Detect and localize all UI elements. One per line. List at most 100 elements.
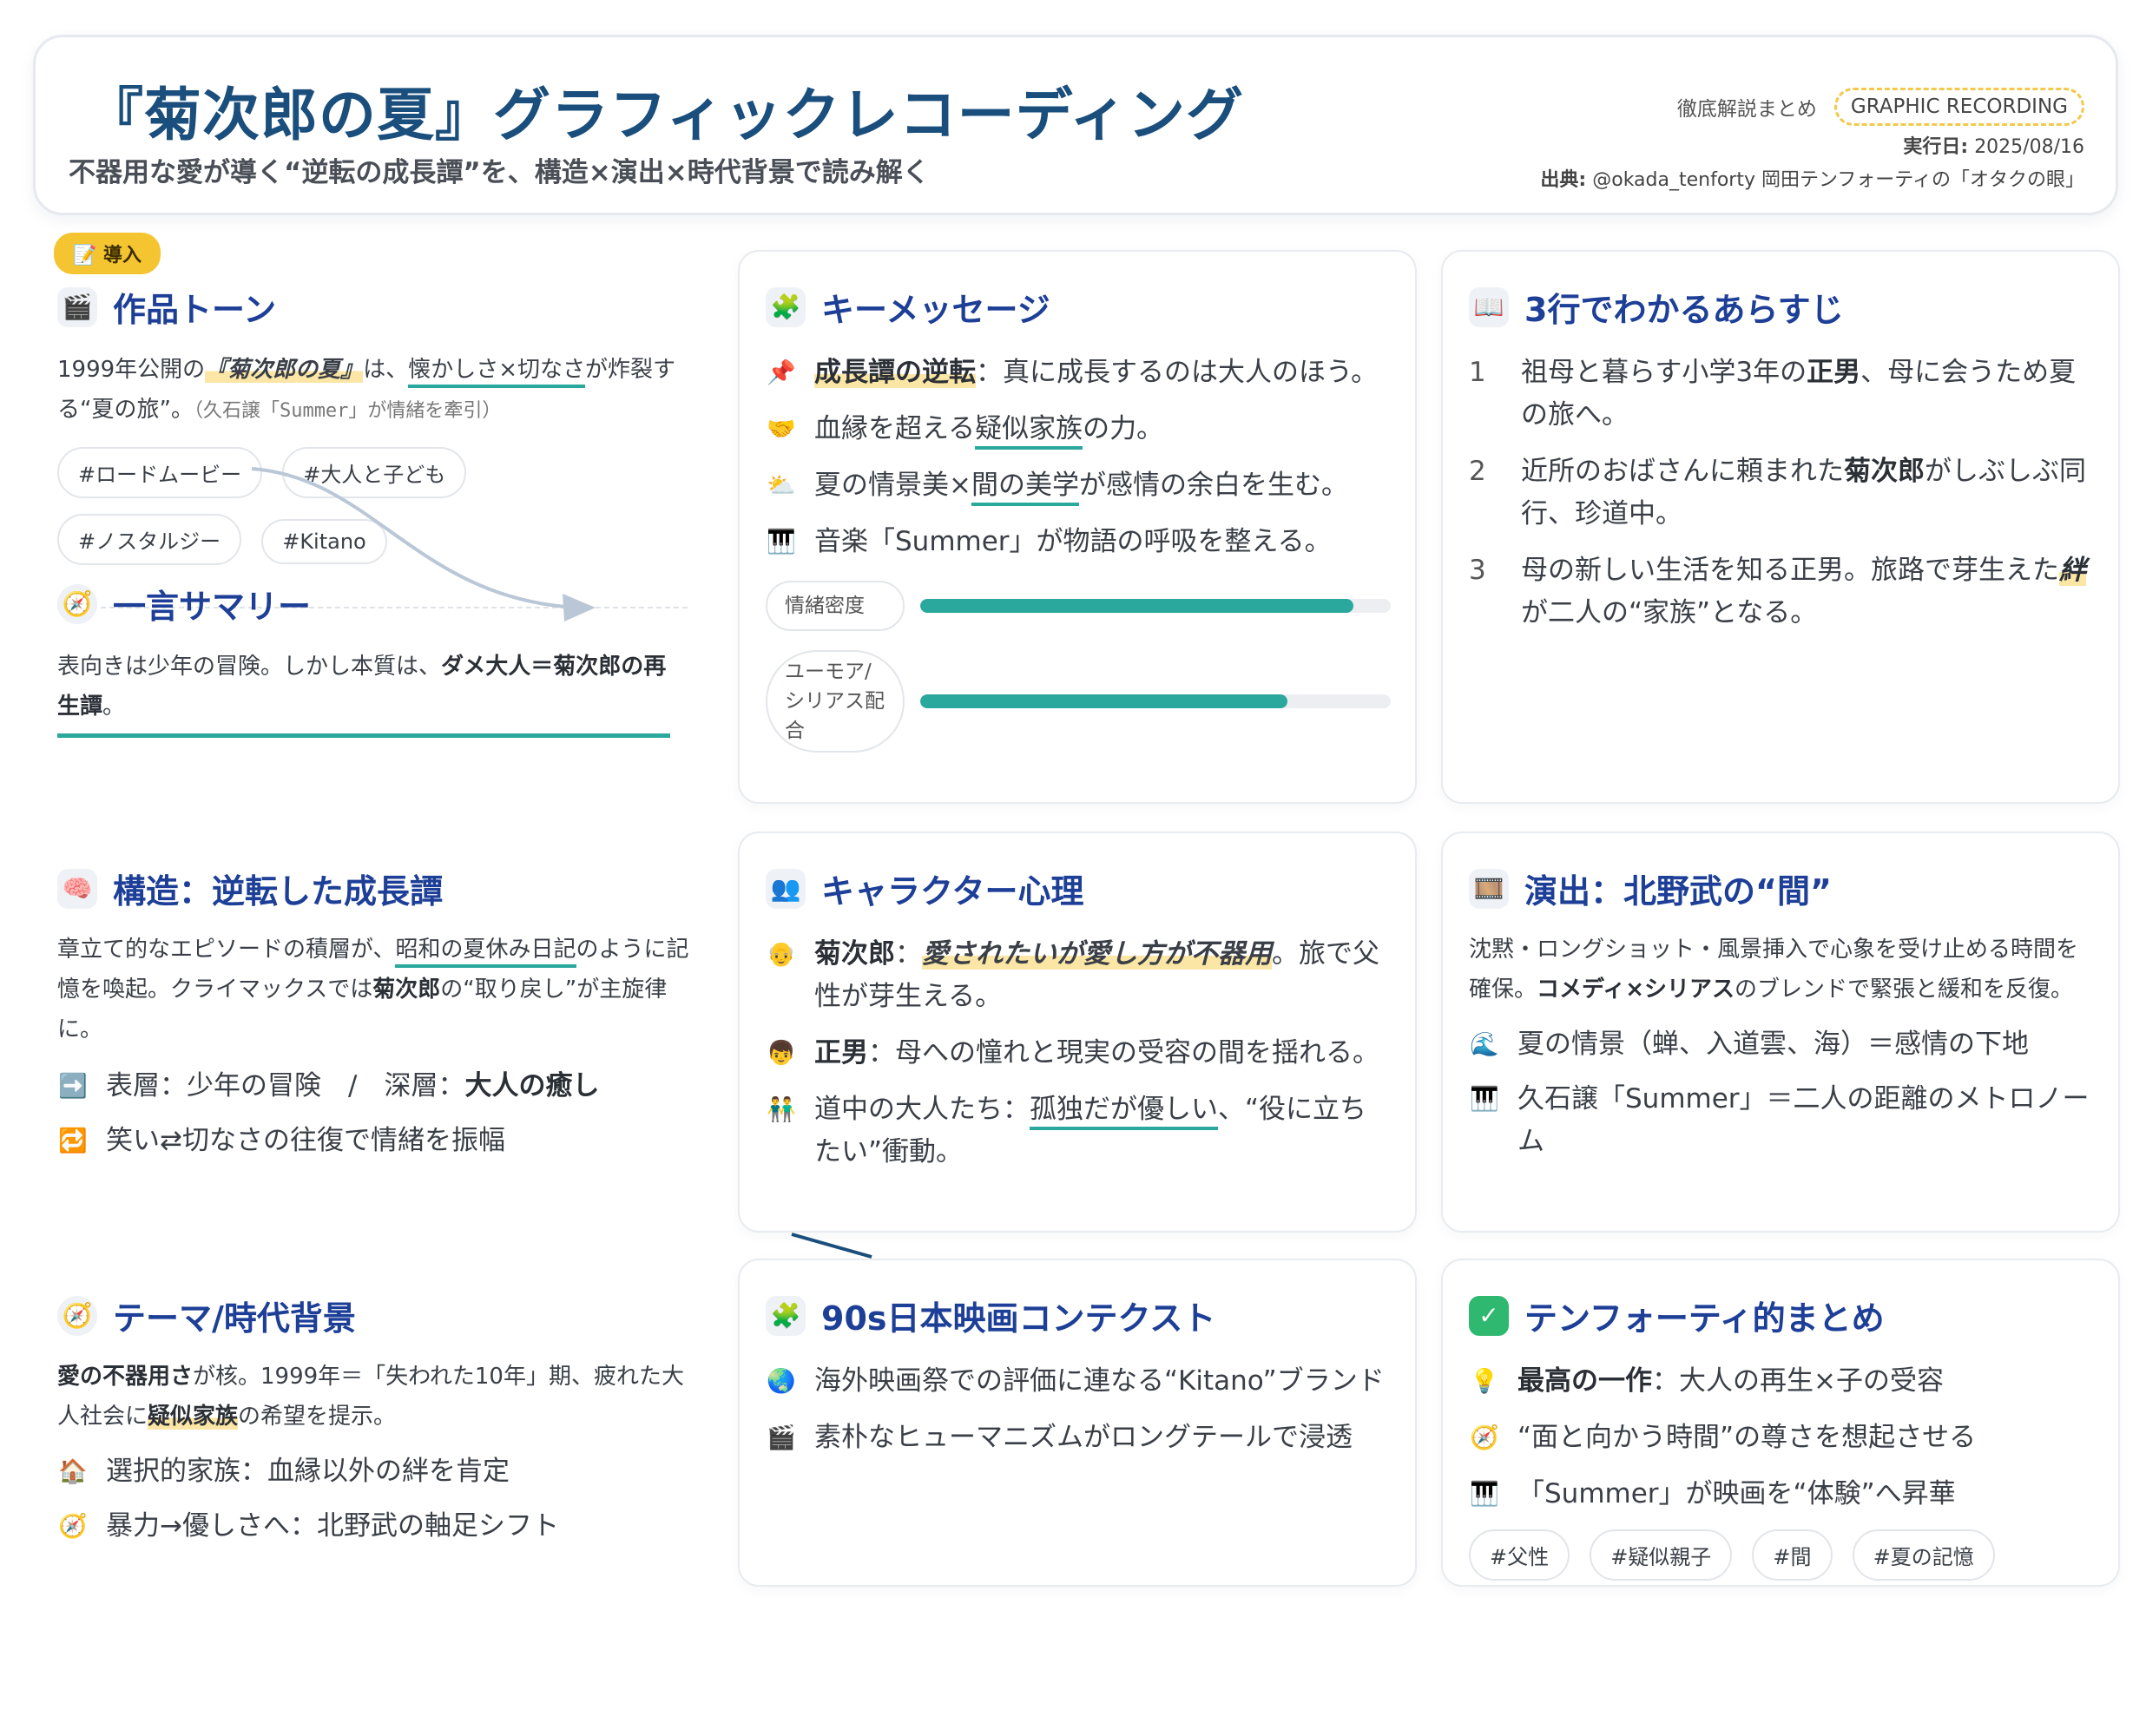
conclusion-list: 💡 最高の一作：大人の再生×子の受容 🧭 “面と向かう時間”の尊さを想起させる … <box>1469 1360 2094 1516</box>
source-credit: 出典: @okada_tenforty 岡田テンフォーティの「オタクの眼」 <box>1540 169 2084 191</box>
tone-title: 🎬 作品トーン <box>57 283 682 331</box>
compass-icon: 🧭 <box>57 583 97 624</box>
connector-line <box>791 1233 872 1259</box>
list-item: ➡️ 表層：少年の冒険 / 深層：大人の癒し <box>57 1065 691 1108</box>
list-item: 🧭 “面と向かう時間”の尊さを想起させる <box>1469 1417 2094 1459</box>
summary-section: 🧭 一言サマリー 表向きは少年の冒険。しかし本質は、ダメ大人＝菊次郎の再生譚。 <box>57 580 682 738</box>
list-item: 👬 道中の大人たち：孤独だが優しい、“役に立ちたい”衝動。 <box>766 1088 1391 1174</box>
puzzle-icon: 🧩 <box>766 1295 806 1336</box>
wave-icon: 🌊 <box>1470 1031 1499 1058</box>
meter-label: 情緒密度 <box>766 581 905 631</box>
list-item: 3 母の新しい生活を知る正男。旅路で芽生えた絆が二人の“家族”となる。 <box>1469 555 2086 628</box>
list-item: 💡 最高の一作：大人の再生×子の受容 <box>1469 1360 2094 1403</box>
people-icon: 👥 <box>766 868 806 909</box>
summary-title: 🧭 一言サマリー <box>57 580 682 628</box>
character-list: 👴 菊次郎：愛されたいが愛し方が不器用。旅で父性が芽生える。 👦 正男：母への憧… <box>766 933 1391 1174</box>
key-message-title: 🧩 キーメッセージ <box>766 283 1391 331</box>
list-item: 2 近所のおばさんに頼まれた菊次郎がしぶしぶ同行、珍道中。 <box>1469 456 2086 529</box>
tag-chip: #夏の記憶 <box>1852 1529 1995 1581</box>
list-item: 👦 正男：母への憧れと現実の受容の間を揺れる。 <box>766 1032 1391 1075</box>
list-item: 🤝 血縁を超える疑似家族の力。 <box>766 408 1391 450</box>
book-icon: 📖 <box>1469 286 1509 327</box>
sun-cloud-icon: ⛅ <box>767 472 796 499</box>
piano-icon: 🎹 <box>1470 1086 1499 1113</box>
page-subtitle: 不器用な愛が導く“逆転の成長譚”を、構造×演出×時代背景で読み解く <box>69 157 930 188</box>
boy-icon: 👦 <box>767 1040 796 1067</box>
key-message-card: 🧩 キーメッセージ 📌 成長譚の逆転：真に成長するのは大人のほう。 🤝 血縁を超… <box>738 250 1417 804</box>
list-item: 🎹 久石譲「Summer」＝二人の距離のメトロノーム <box>1469 1078 2094 1163</box>
compass-icon: 🧭 <box>58 1513 88 1540</box>
context-90s-title: 🧩 90s日本映画コンテクスト <box>766 1292 1391 1339</box>
piano-icon: 🎹 <box>1470 1481 1499 1508</box>
check-icon: ✓ <box>1469 1295 1509 1336</box>
conclusion-tags: #父性 #疑似親子 #間 #夏の記憶 <box>1469 1529 2094 1596</box>
theme-list: 🏠 選択的家族：血縁以外の絆を肯定 🧭 暴力→優しさへ：北野武の軸足シフト <box>57 1450 691 1548</box>
tag-chip: #ノスタルジー <box>57 514 242 565</box>
conclusion-title: ✓ テンフォーティ的まとめ <box>1469 1292 2094 1339</box>
key-message-list: 📌 成長譚の逆転：真に成長するのは大人のほう。 🤝 血縁を超える疑似家族の力。 … <box>766 352 1391 563</box>
meter-label: ユーモア/シリアス配合 <box>766 650 905 753</box>
meter-track <box>920 694 1391 708</box>
meter-track <box>920 599 1391 613</box>
list-item: 🏠 選択的家族：血縁以外の絆を肯定 <box>57 1450 691 1493</box>
list-item: 🌏 海外映画祭での評価に連なる“Kitano”ブランド <box>766 1360 1391 1403</box>
lightbulb-icon: 💡 <box>1470 1368 1499 1395</box>
header-panel: 『菊次郎の夏』グラフィックレコーディング 不器用な愛が導く“逆転の成長譚”を、構… <box>33 35 2118 215</box>
pin-icon: 📌 <box>767 359 796 386</box>
header-meta: 徹底解説まとめ GRAPHIC RECORDING 実行日: 2025/08/1… <box>1540 88 2084 192</box>
brain-icon: 🧠 <box>57 868 97 909</box>
piano-icon: 🎹 <box>767 529 796 556</box>
film-icon: 🎞️ <box>1469 868 1509 909</box>
execution-date: 実行日: 2025/08/16 <box>1903 136 2084 158</box>
puzzle-icon: 🧩 <box>766 286 806 327</box>
repeat-icon: 🔁 <box>58 1128 88 1154</box>
list-item: 🔁 笑い⇄切なさの往復で情緒を振幅 <box>57 1120 691 1162</box>
list-item: 🎹 「Summer」が映画を“体験”へ昇華 <box>1469 1473 2094 1516</box>
tone-text: 1999年公開の『菊次郎の夏』は、懐かしさ×切なさが炸裂する“夏の旅”。（久石譲… <box>57 357 676 423</box>
meter-emotion-density: 情緒密度 <box>766 581 1391 631</box>
page-title: 『菊次郎の夏』グラフィックレコーディング <box>86 82 1245 148</box>
clapperboard-icon: 🎬 <box>57 286 97 327</box>
list-item: 📌 成長譚の逆転：真に成長するのは大人のほう。 <box>766 352 1391 394</box>
old-man-icon: 👴 <box>767 941 796 968</box>
meter-fill <box>920 694 1287 708</box>
intro-badge: 📝 導入 <box>54 233 161 274</box>
direction-title: 🎞️ 演出：北野武の“間” <box>1469 865 2094 912</box>
direction-card: 🎞️ 演出：北野武の“間” 沈黙・ロングショット・風景挿入で心象を受け止める時間… <box>1441 832 2120 1233</box>
context-90s-card: 🧩 90s日本映画コンテクスト 🌏 海外映画祭での評価に連なる“Kitano”ブ… <box>738 1259 1417 1587</box>
tag-chip: #疑似親子 <box>1590 1529 1733 1581</box>
tag-chip: #間 <box>1752 1529 1833 1581</box>
list-item: 1 祖母と暮らす小学3年の正男、母に会うため夏の旅へ。 <box>1469 357 2077 431</box>
handshake-icon: 🤝 <box>767 416 796 443</box>
meter-fill <box>920 599 1353 613</box>
list-item: 🎬 素朴なヒューマニズムがロングテールで浸透 <box>766 1417 1391 1459</box>
two-men-icon: 👬 <box>767 1096 796 1123</box>
list-item: 🧭 暴力→優しさへ：北野武の軸足シフト <box>57 1505 691 1548</box>
compass-icon: 🧭 <box>57 1295 97 1336</box>
structure-section: 🧠 構造：逆転した成長譚 章立て的なエピソードの積層が、昭和の夏休み日記のように… <box>57 865 691 1162</box>
list-item: 🎹 音楽「Summer」が物語の呼吸を整える。 <box>766 521 1391 563</box>
synopsis-title: 📖 3行でわかるあらすじ <box>1469 283 2094 331</box>
graphic-recording-chip: GRAPHIC RECORDING <box>1833 88 2084 126</box>
summary-underline <box>57 733 670 738</box>
theme-section: 🧭 テーマ/時代背景 愛の不器用さが核。1999年＝「失われた10年」期、疲れた… <box>57 1292 691 1548</box>
clapperboard-icon: 🎬 <box>767 1424 796 1451</box>
structure-title: 🧠 構造：逆転した成長譚 <box>57 865 691 912</box>
list-item: ⛅ 夏の情景美×間の美学が感情の余白を生む。 <box>766 464 1391 507</box>
direction-text: 沈黙・ロングショット・風景挿入で心象を受け止める時間を確保。コメディ×シリアスの… <box>1469 937 2079 1003</box>
list-item: 🌊 夏の情景（蝉、入道雲、海）＝感情の下地 <box>1469 1023 2094 1066</box>
meter-humor-serious: ユーモア/シリアス配合 <box>766 650 1391 753</box>
arrow-right-icon: ➡️ <box>58 1073 88 1100</box>
character-card: 👥 キャラクター心理 👴 菊次郎：愛されたいが愛し方が不器用。旅で父性が芽生える… <box>738 832 1417 1233</box>
globe-icon: 🌏 <box>767 1368 796 1395</box>
summary-text: 表向きは少年の冒険。しかし本質は、ダメ大人＝菊次郎の再生譚。 <box>57 654 667 720</box>
header-kicker: 徹底解説まとめ <box>1676 98 1817 121</box>
list-item: 👴 菊次郎：愛されたいが愛し方が不器用。旅で父性が芽生える。 <box>766 933 1391 1018</box>
theme-title: 🧭 テーマ/時代背景 <box>57 1292 691 1339</box>
context-90s-list: 🌏 海外映画祭での評価に連なる“Kitano”ブランド 🎬 素朴なヒューマニズム… <box>766 1360 1391 1459</box>
structure-list: ➡️ 表層：少年の冒険 / 深層：大人の癒し 🔁 笑い⇄切なさの往復で情緒を振幅 <box>57 1065 691 1162</box>
character-title: 👥 キャラクター心理 <box>766 865 1391 912</box>
synopsis-card: 📖 3行でわかるあらすじ 1 祖母と暮らす小学3年の正男、母に会うため夏の旅へ。… <box>1441 250 2120 804</box>
tag-chip: #ロードムービー <box>57 447 263 498</box>
compass-icon: 🧭 <box>1470 1424 1499 1451</box>
